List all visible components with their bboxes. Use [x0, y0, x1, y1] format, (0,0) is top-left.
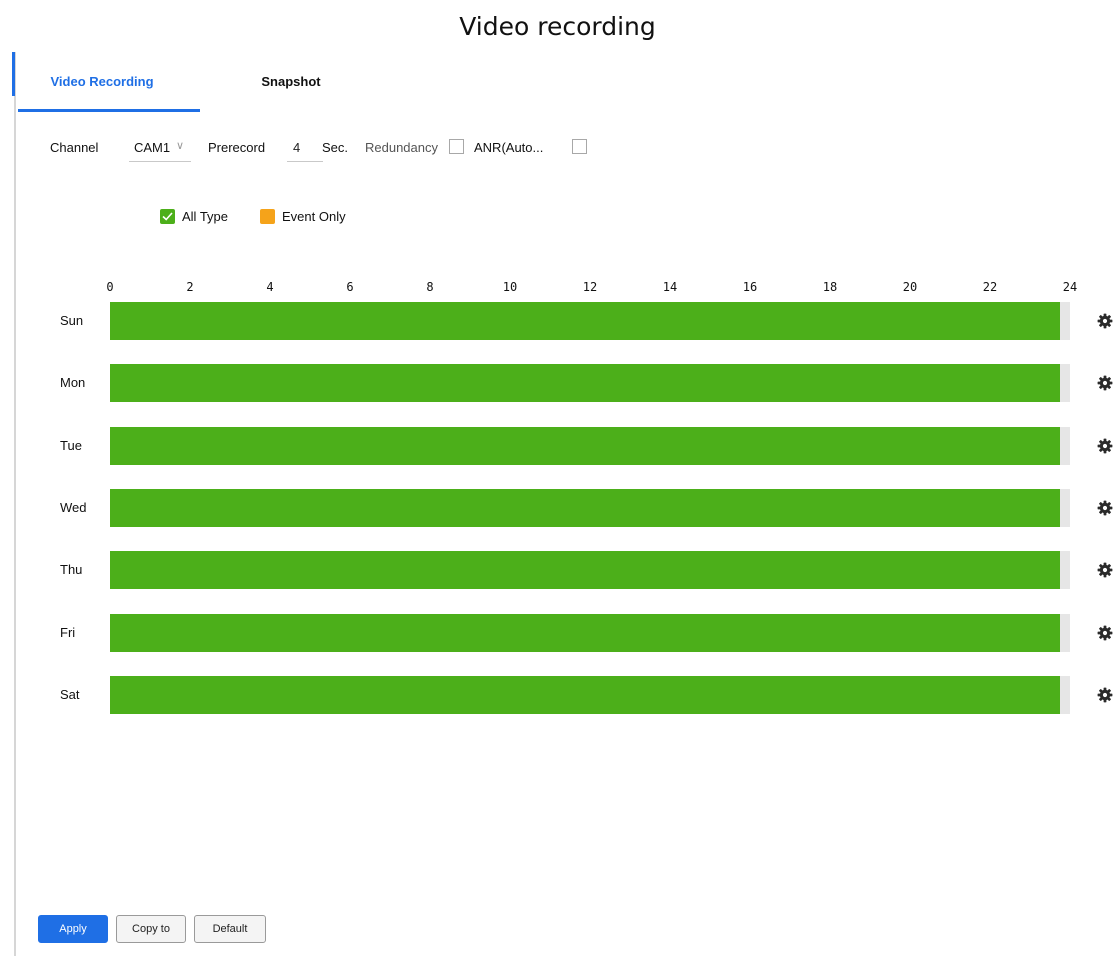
event-only-label: Event Only	[282, 209, 346, 224]
schedule-fill-all-type	[110, 551, 1061, 589]
hour-axis: 0 2 4 6 8 10 12 14 16 18 20 22 24	[0, 280, 1115, 296]
schedule-bar-thu[interactable]	[110, 551, 1070, 589]
day-label-fri: Fri	[60, 625, 76, 640]
gear-icon[interactable]	[1097, 500, 1113, 516]
prerecord-value: 4	[293, 140, 301, 155]
schedule-fill-all-type	[110, 364, 1061, 402]
channel-value: CAM1	[134, 140, 171, 155]
hour-tick-label: 18	[822, 280, 838, 294]
day-label-tue: Tue	[60, 438, 82, 453]
hour-tick-label: 14	[662, 280, 678, 294]
gear-icon[interactable]	[1097, 562, 1113, 578]
day-label-wed: Wed	[60, 500, 87, 515]
left-divider	[14, 52, 16, 956]
tab-bar: Video Recording Snapshot	[18, 64, 418, 112]
gear-icon[interactable]	[1097, 687, 1113, 703]
day-label-thu: Thu	[60, 562, 83, 577]
schedule-bar-tue[interactable]	[110, 427, 1070, 465]
hour-tick-label: 4	[266, 280, 274, 294]
schedule-bar-mon[interactable]	[110, 364, 1070, 402]
hour-tick-label: 12	[582, 280, 598, 294]
day-label-sun: Sun	[60, 313, 84, 328]
hour-tick-label: 16	[742, 280, 758, 294]
schedule-bar-wed[interactable]	[110, 489, 1070, 527]
active-tab-indicator	[18, 109, 200, 112]
hour-tick-label: 8	[426, 280, 434, 294]
hour-tick-label: 2	[186, 280, 194, 294]
hour-tick-label: 0	[106, 280, 114, 294]
all-type-swatch[interactable]	[160, 209, 175, 224]
chevron-down-icon: ∨	[176, 140, 185, 152]
copy-to-button[interactable]: Copy to	[116, 915, 186, 943]
anr-label: ANR(Auto...	[474, 140, 544, 155]
anr-checkbox[interactable]	[572, 139, 587, 154]
day-label-mon: Mon	[60, 375, 86, 390]
schedule-fill-all-type	[110, 614, 1061, 652]
channel-label: Channel	[50, 140, 99, 155]
gear-icon[interactable]	[1097, 438, 1113, 454]
redundancy-label: Redundancy	[365, 140, 438, 155]
hour-tick-label: 6	[346, 280, 354, 294]
gear-icon[interactable]	[1097, 625, 1113, 641]
all-type-label: All Type	[182, 209, 229, 224]
gear-icon[interactable]	[1097, 313, 1113, 329]
hour-tick-label: 22	[982, 280, 998, 294]
left-divider-accent	[12, 52, 15, 96]
prerecord-input[interactable]: 4	[287, 134, 323, 162]
schedule-fill-all-type	[110, 302, 1061, 340]
schedule-fill-all-type	[110, 489, 1061, 527]
tab-snapshot[interactable]: Snapshot	[244, 64, 338, 112]
page-title: Video recording	[459, 12, 656, 41]
hour-tick-label: 24	[1062, 280, 1078, 294]
day-label-sat: Sat	[60, 687, 80, 702]
hour-tick-label: 20	[902, 280, 918, 294]
prerecord-unit: Sec.	[322, 140, 349, 155]
check-icon	[162, 212, 173, 221]
channel-select[interactable]: CAM1 ∨	[129, 134, 191, 162]
schedule-bar-sat[interactable]	[110, 676, 1070, 714]
tab-video-recording[interactable]: Video Recording	[40, 64, 164, 112]
gear-icon[interactable]	[1097, 375, 1113, 391]
hour-tick-label: 10	[502, 280, 518, 294]
event-only-swatch[interactable]	[260, 209, 275, 224]
schedule-fill-all-type	[110, 427, 1061, 465]
schedule-fill-all-type	[110, 676, 1061, 714]
apply-button[interactable]: Apply	[38, 915, 108, 943]
record-type-legend: All Type Event Only	[160, 209, 380, 229]
default-button[interactable]: Default	[194, 915, 266, 943]
redundancy-checkbox[interactable]	[449, 139, 464, 154]
schedule-bar-sun[interactable]	[110, 302, 1070, 340]
schedule-bar-fri[interactable]	[110, 614, 1070, 652]
recording-options-toolbar: Channel CAM1 ∨ Prerecord 4 Sec. Redundan…	[0, 132, 1115, 164]
prerecord-label: Prerecord	[208, 140, 266, 155]
